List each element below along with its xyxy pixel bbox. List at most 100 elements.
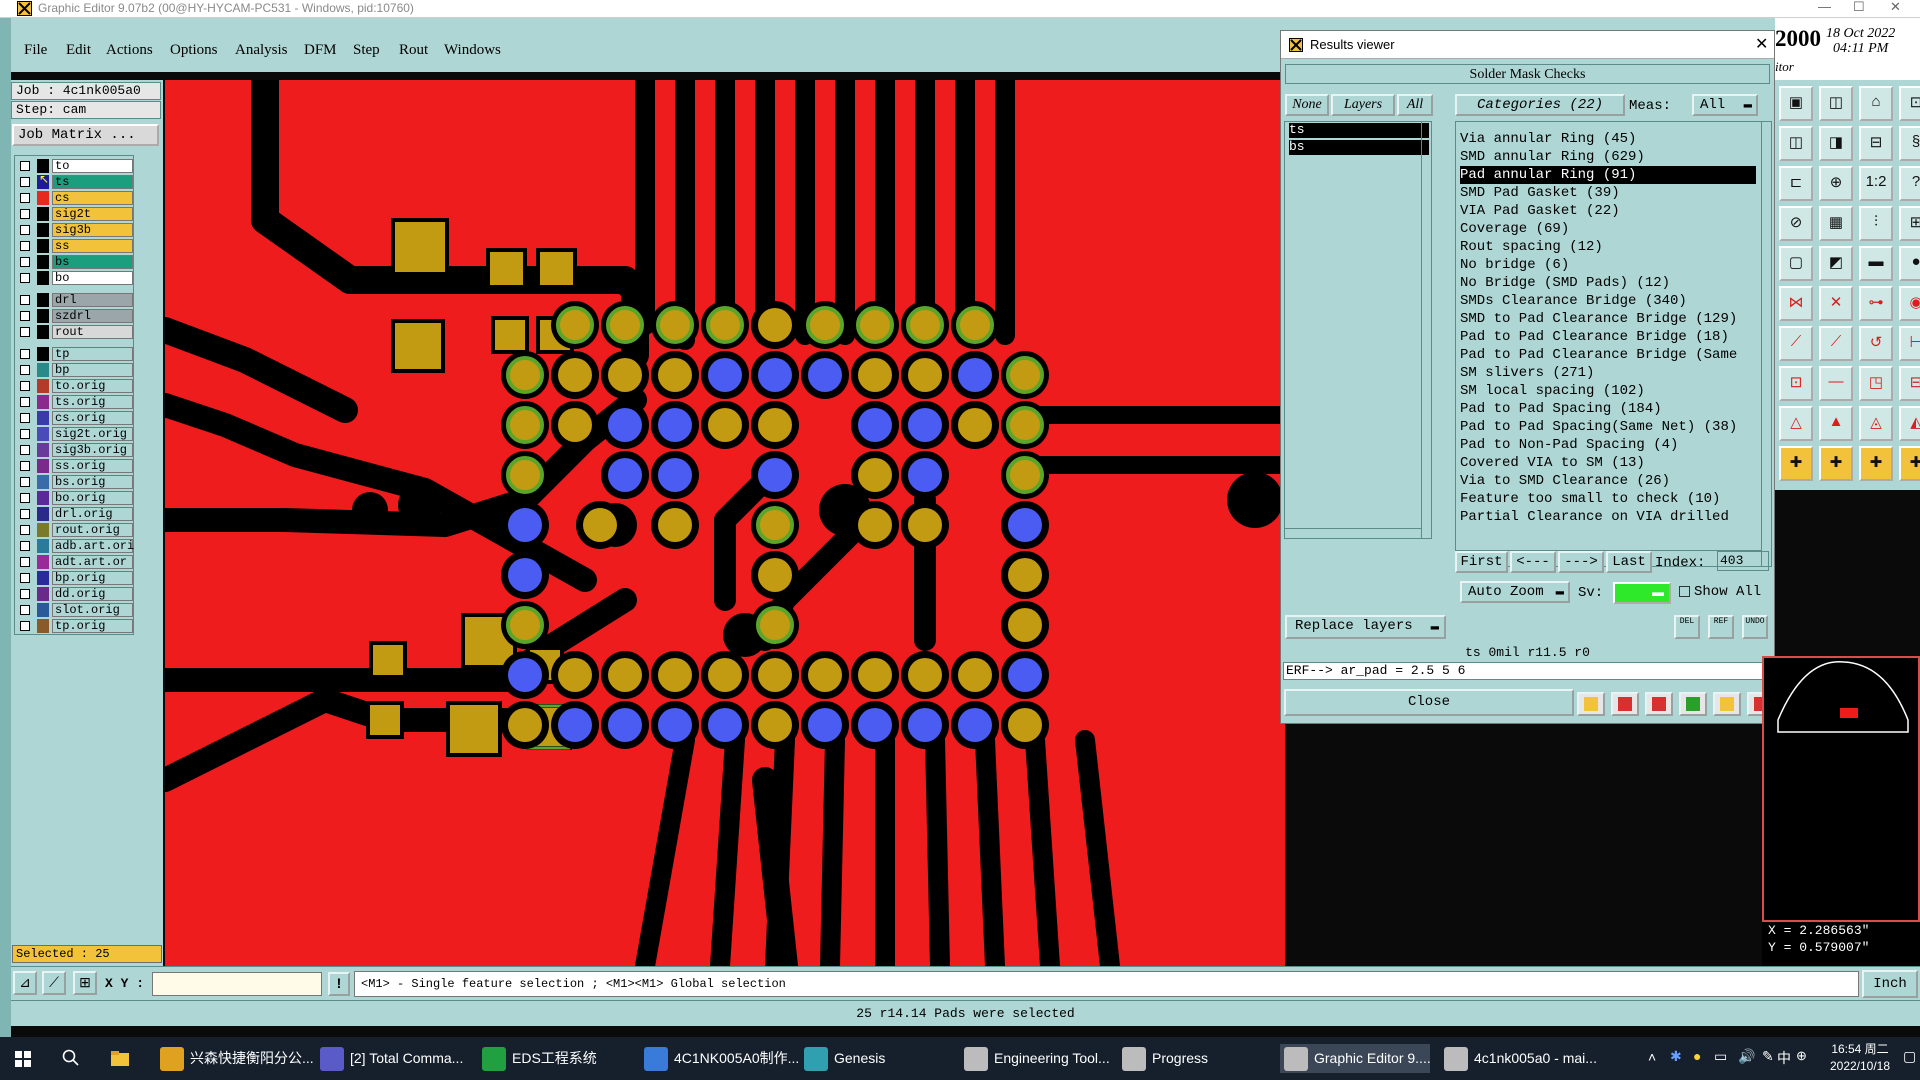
- tool-icon-18[interactable]: ◩: [1819, 246, 1853, 281]
- layer-name[interactable]: adt.art.or: [52, 555, 133, 569]
- round-pad[interactable]: [958, 408, 992, 442]
- layer-color-swatch[interactable]: [37, 443, 49, 457]
- layer-checkbox[interactable]: [20, 273, 30, 283]
- tool-icon-8[interactable]: §: [1899, 126, 1920, 161]
- clock[interactable]: 16:54 周二 2022/10/18: [1820, 1041, 1900, 1075]
- layer-checkbox[interactable]: [20, 445, 30, 455]
- round-pad[interactable]: [808, 658, 842, 692]
- tool-icon-2[interactable]: ◫: [1819, 86, 1853, 121]
- layer-name[interactable]: sig3b: [52, 223, 133, 237]
- round-pad[interactable]: [858, 658, 892, 692]
- round-pad[interactable]: [1006, 456, 1044, 494]
- layer-row-bo-orig[interactable]: bo.orig: [15, 490, 135, 506]
- category-item[interactable]: Partial Clearance on VIA drilled: [1460, 508, 1756, 526]
- tool-icon-31[interactable]: ◳: [1859, 366, 1893, 401]
- tool-icon-19[interactable]: ▬: [1859, 246, 1893, 281]
- layer-row-szdrl[interactable]: szdrl: [15, 308, 135, 324]
- layer-color-swatch[interactable]: [37, 459, 49, 473]
- next-button[interactable]: --->: [1558, 551, 1604, 573]
- round-pad[interactable]: [956, 306, 994, 344]
- tool-icon-33[interactable]: △: [1779, 406, 1813, 441]
- tool-icon-30[interactable]: —: [1819, 366, 1853, 401]
- category-item[interactable]: Covered VIA to SM (13): [1460, 454, 1756, 472]
- layer-color-swatch[interactable]: [37, 325, 49, 339]
- round-pad[interactable]: [558, 658, 592, 692]
- layer-name[interactable]: tp: [52, 347, 133, 361]
- round-pad[interactable]: [558, 358, 592, 392]
- round-pad[interactable]: [758, 408, 792, 442]
- layer-name[interactable]: bo.orig: [52, 491, 133, 505]
- index-field[interactable]: 403: [1717, 551, 1769, 571]
- round-pad[interactable]: [583, 508, 617, 542]
- round-pad[interactable]: [506, 456, 544, 494]
- layer-name[interactable]: rout: [52, 325, 133, 339]
- round-pad[interactable]: [908, 658, 942, 692]
- layer-checkbox[interactable]: [20, 557, 30, 567]
- round-pad[interactable]: [608, 658, 642, 692]
- menu-actions[interactable]: Actions: [106, 42, 153, 59]
- taskbar-item[interactable]: EDS工程系统: [478, 1044, 628, 1073]
- layer-checkbox[interactable]: [20, 541, 30, 551]
- round-pad[interactable]: [506, 406, 544, 444]
- category-item[interactable]: Pad to Pad Spacing(Same Net) (38): [1460, 418, 1756, 436]
- bluetooth-icon[interactable]: ✱: [1670, 1048, 1682, 1065]
- selected-pad[interactable]: [908, 458, 942, 492]
- selected-pad[interactable]: [958, 708, 992, 742]
- tool-icon-12[interactable]: ?: [1899, 166, 1920, 201]
- graphic-canvas[interactable]: [165, 80, 1285, 966]
- layer-name[interactable]: bo: [52, 271, 133, 285]
- search-icon[interactable]: [62, 1049, 80, 1067]
- layer-color-swatch[interactable]: [37, 309, 49, 323]
- layer-color-swatch[interactable]: [37, 427, 49, 441]
- selected-pad[interactable]: [708, 358, 742, 392]
- windows-start-icon[interactable]: [15, 1051, 31, 1067]
- layer-row-sig3b-orig[interactable]: sig3b.orig: [15, 442, 135, 458]
- layer-checkbox[interactable]: [20, 257, 30, 267]
- taskbar-item[interactable]: 4c1nk005a0 - mai...: [1440, 1044, 1597, 1073]
- tool-icon-17[interactable]: ▢: [1779, 246, 1813, 281]
- layers-hscrollbar[interactable]: [1285, 528, 1421, 538]
- round-pad[interactable]: [556, 306, 594, 344]
- layer-checkbox[interactable]: [20, 397, 30, 407]
- taskbar-item[interactable]: [2] Total Comma...: [316, 1044, 466, 1073]
- prev-button[interactable]: <---: [1510, 551, 1556, 573]
- tool-icon-37[interactable]: ✚: [1779, 446, 1813, 481]
- report-icon[interactable]: [1713, 692, 1741, 716]
- layer-name[interactable]: cs.orig: [52, 411, 133, 425]
- layers-button[interactable]: Layers: [1331, 94, 1395, 116]
- category-item[interactable]: Pad to Pad Spacing (184): [1460, 400, 1756, 418]
- round-pad[interactable]: [506, 606, 544, 644]
- selected-pad[interactable]: [608, 408, 642, 442]
- layer-row-dd-orig[interactable]: dd.orig: [15, 586, 135, 602]
- all-button[interactable]: All: [1397, 94, 1433, 116]
- round-pad[interactable]: [758, 708, 792, 742]
- layer-row-bp[interactable]: bp: [15, 362, 135, 378]
- round-pad[interactable]: [506, 356, 544, 394]
- tool-icon-13[interactable]: ⊘: [1779, 206, 1813, 241]
- taskbar-item[interactable]: Engineering Tool...: [960, 1044, 1110, 1073]
- menu-dfm[interactable]: DFM: [304, 42, 337, 59]
- layer-row-rout-orig[interactable]: rout.orig: [15, 522, 135, 538]
- taskbar-item[interactable]: 兴森快捷衡阳分公...: [156, 1044, 314, 1073]
- grid-icon[interactable]: ⊞: [73, 971, 97, 995]
- tool-icon-3[interactable]: ⌂: [1859, 86, 1893, 121]
- layer-row-ts-orig[interactable]: ts.orig: [15, 394, 135, 410]
- selected-pad[interactable]: [558, 708, 592, 742]
- layer-checkbox[interactable]: [20, 349, 30, 359]
- tool-icon-14[interactable]: ▦: [1819, 206, 1853, 241]
- layer-row-bs-orig[interactable]: bs.orig: [15, 474, 135, 490]
- round-pad[interactable]: [658, 508, 692, 542]
- menu-options[interactable]: Options: [170, 42, 218, 59]
- categories-scrollbar[interactable]: [1761, 122, 1771, 566]
- selected-pad[interactable]: [658, 708, 692, 742]
- tool-icon-16[interactable]: ⊞: [1899, 206, 1920, 241]
- selected-pad[interactable]: [758, 458, 792, 492]
- tool-icon-29[interactable]: ⊡: [1779, 366, 1813, 401]
- selected-pad[interactable]: [808, 708, 842, 742]
- layer-checkbox[interactable]: [20, 225, 30, 235]
- layer-name[interactable]: szdrl: [52, 309, 133, 323]
- layer-name[interactable]: adb.art.ori: [52, 539, 134, 553]
- show-all-checkbox[interactable]: [1679, 586, 1690, 597]
- layer-checkbox[interactable]: [20, 509, 30, 519]
- layer-row-ss-orig[interactable]: ss.orig: [15, 458, 135, 474]
